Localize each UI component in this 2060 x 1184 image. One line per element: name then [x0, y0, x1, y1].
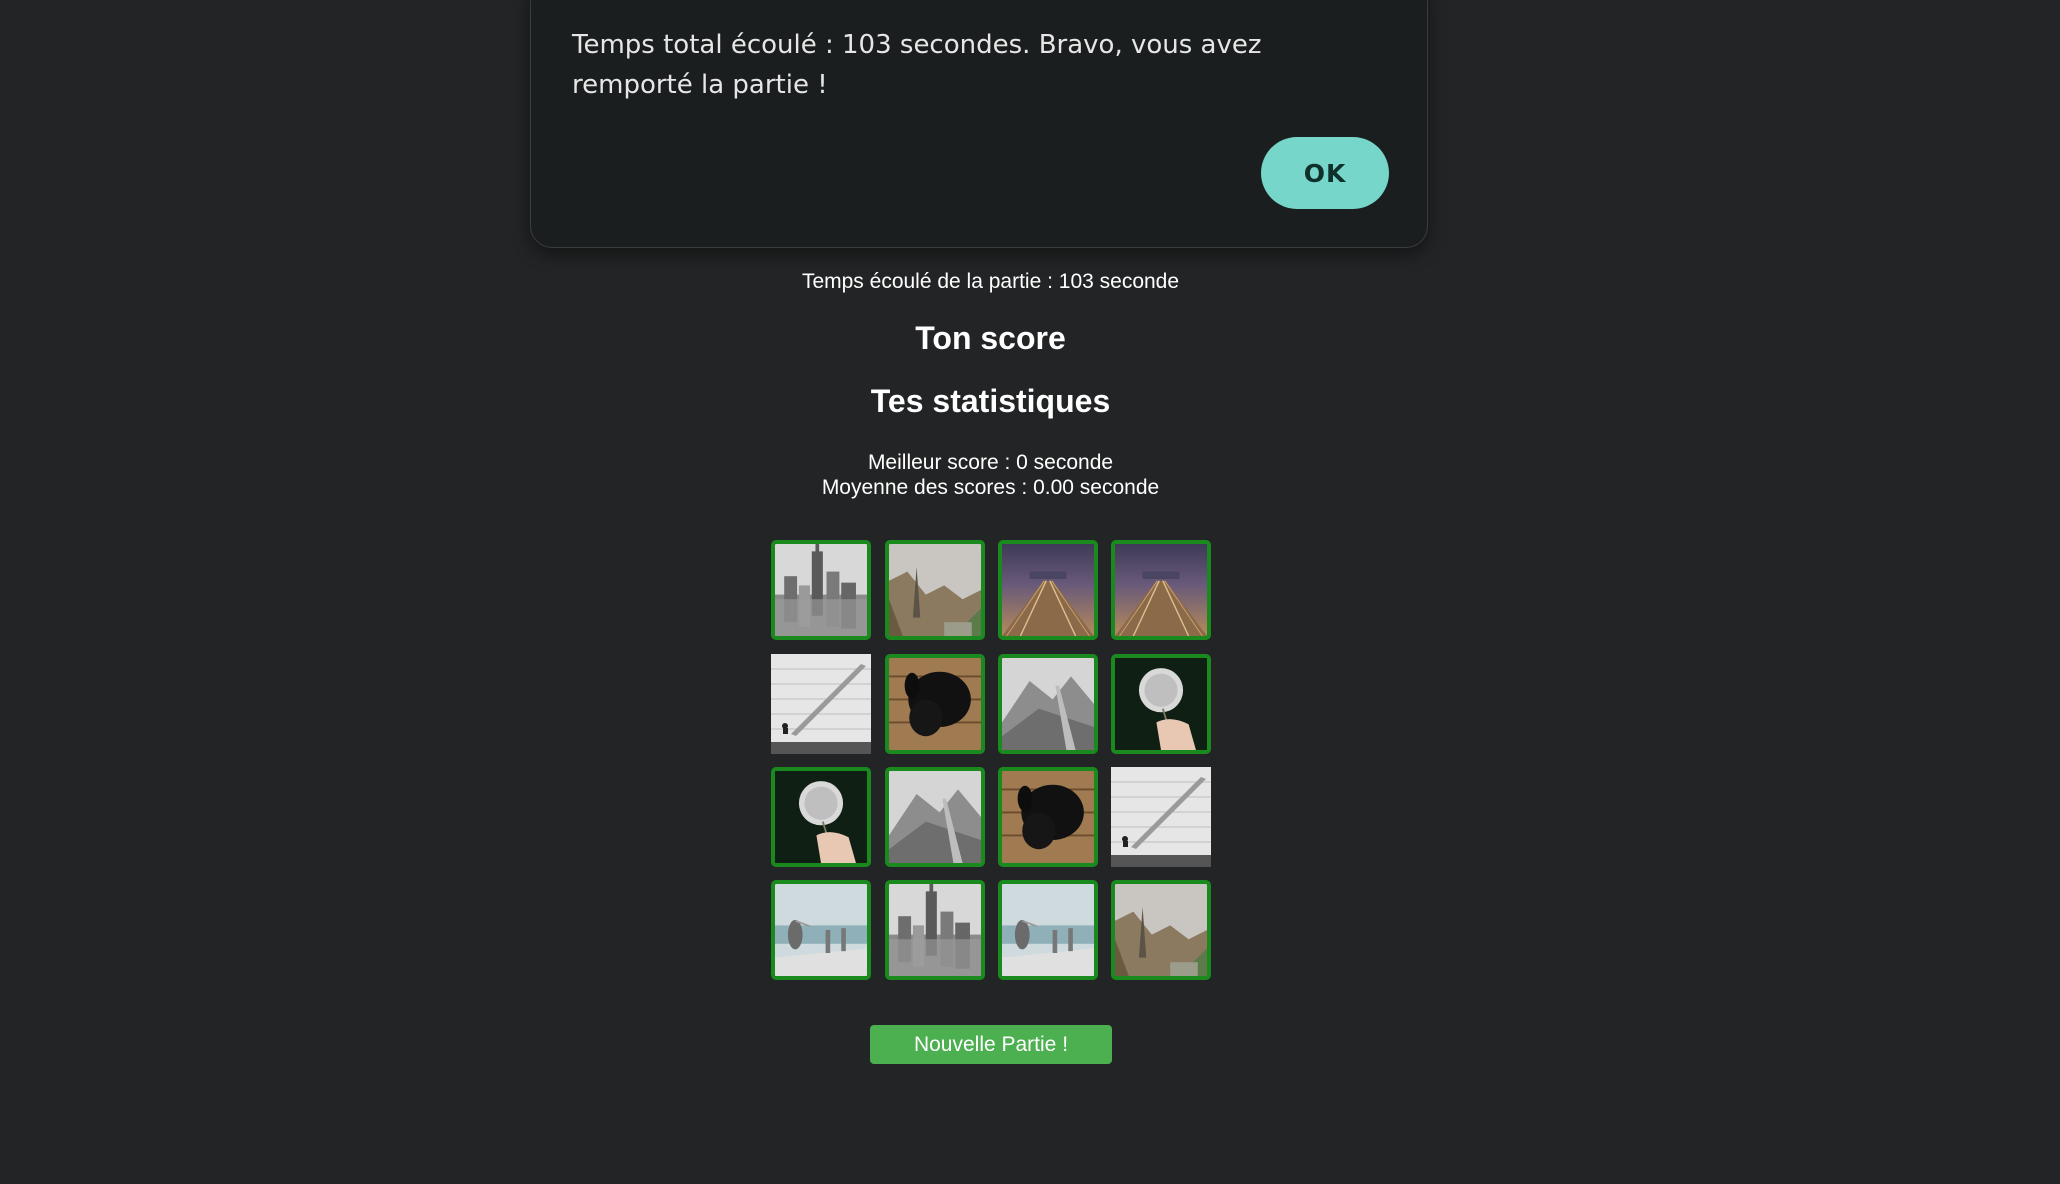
ok-button[interactable]: OK: [1261, 137, 1389, 209]
city-skyline-bw-image: [889, 884, 981, 976]
memory-card[interactable]: [998, 654, 1098, 754]
dandelion-in-hand-image: [775, 771, 867, 863]
misty-forest-path-image: [1115, 884, 1207, 976]
memory-card[interactable]: [998, 880, 1098, 980]
score-heading: Ton score: [915, 320, 1066, 356]
memory-card[interactable]: [998, 767, 1098, 867]
new-game-button[interactable]: Nouvelle Partie !: [870, 1025, 1112, 1064]
stats-block: Meilleur score : 0 seconde Moyenne des s…: [0, 450, 1981, 500]
dandelion-in-hand-image: [1115, 658, 1207, 750]
memory-card[interactable]: [1111, 880, 1211, 980]
memory-card[interactable]: [771, 767, 871, 867]
white-brick-wall-bird-image: [1111, 767, 1211, 867]
railway-tracks-dusk-image: [1002, 544, 1094, 636]
memory-card[interactable]: [885, 880, 985, 980]
dialog-message: Temps total écoulé : 103 secondes. Bravo…: [572, 30, 1262, 100]
memory-card[interactable]: [771, 880, 871, 980]
average-score-text: Moyenne des scores : 0.00 seconde: [821, 476, 1160, 499]
memory-card[interactable]: [998, 540, 1098, 640]
memory-card[interactable]: [885, 767, 985, 867]
memory-card-grid: [771, 540, 1211, 980]
misty-forest-path-image: [889, 544, 981, 636]
city-skyline-bw-image: [775, 544, 867, 636]
black-dog-image: [889, 658, 981, 750]
stats-heading: Tes statistiques: [870, 383, 1111, 419]
white-brick-wall-bird-image: [771, 654, 871, 754]
memory-card[interactable]: [885, 654, 985, 754]
memory-card[interactable]: [771, 540, 871, 640]
memory-card[interactable]: [1111, 540, 1211, 640]
elapsed-time-text: Temps écoulé de la partie : 103 seconde: [801, 270, 1180, 293]
mountain-path-bw-image: [1002, 658, 1094, 750]
black-dog-image: [1002, 771, 1094, 863]
best-score-text: Meilleur score : 0 seconde: [867, 451, 1114, 474]
pelican-pier-image: [1002, 884, 1094, 976]
mountain-path-bw-image: [889, 771, 981, 863]
memory-card[interactable]: [771, 654, 871, 754]
memory-card[interactable]: [1111, 767, 1211, 867]
game-over-dialog: Temps total écoulé : 103 secondes. Bravo…: [530, 0, 1428, 248]
memory-card[interactable]: [885, 540, 985, 640]
pelican-pier-image: [775, 884, 867, 976]
memory-card[interactable]: [1111, 654, 1211, 754]
railway-tracks-dusk-image: [1115, 544, 1207, 636]
